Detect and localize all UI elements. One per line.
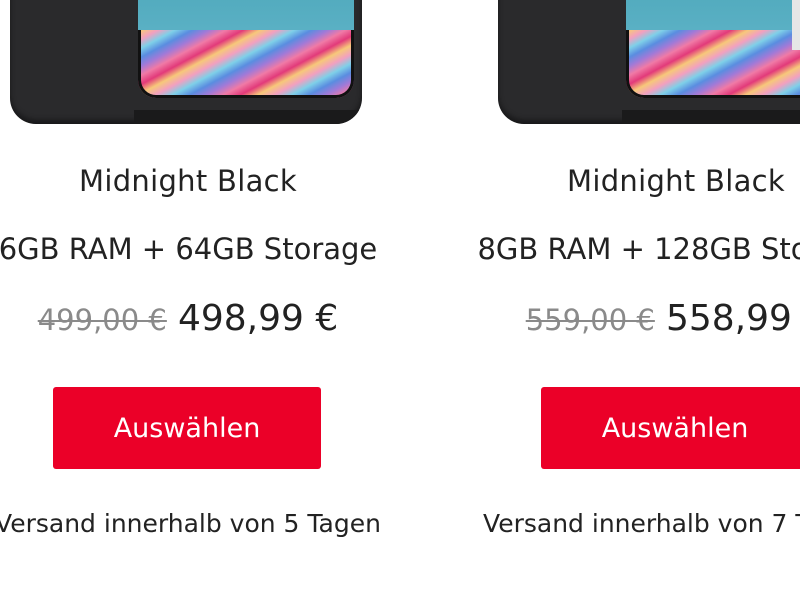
- product-spec: 6GB RAM + 64GB Storage: [0, 232, 378, 266]
- phone-screen: [138, 0, 354, 98]
- product-color-name: Midnight Black: [567, 164, 785, 198]
- new-price: 498,99 €: [177, 298, 339, 339]
- select-button[interactable]: Auswählen: [53, 387, 321, 469]
- old-price: 499,00 €: [37, 303, 167, 337]
- shipping-info: Versand innerhalb von 7 Tagen: [483, 509, 800, 538]
- product-carousel: Midnight Black 6GB RAM + 64GB Storage 49…: [0, 0, 800, 600]
- product-card: Midnight Black 8GB RAM + 128GB Storage 5…: [426, 0, 800, 600]
- product-spec: 8GB RAM + 128GB Storage: [477, 232, 800, 266]
- phone-screen: [626, 0, 800, 98]
- select-button[interactable]: Auswählen: [541, 387, 800, 469]
- scroll-edge: [792, 0, 800, 50]
- phone-image: [10, 0, 362, 124]
- price-block: 499,00 € 498,99 €: [0, 298, 438, 339]
- old-price: 559,00 €: [525, 303, 655, 337]
- new-price: 558,99 €: [665, 298, 800, 339]
- product-color-name: Midnight Black: [79, 164, 297, 198]
- shipping-info: Versand innerhalb von 5 Tagen: [0, 509, 381, 538]
- product-card: Midnight Black 6GB RAM + 64GB Storage 49…: [0, 0, 438, 600]
- phone-image: [498, 0, 800, 124]
- price-block: 559,00 € 558,99 €: [426, 298, 800, 339]
